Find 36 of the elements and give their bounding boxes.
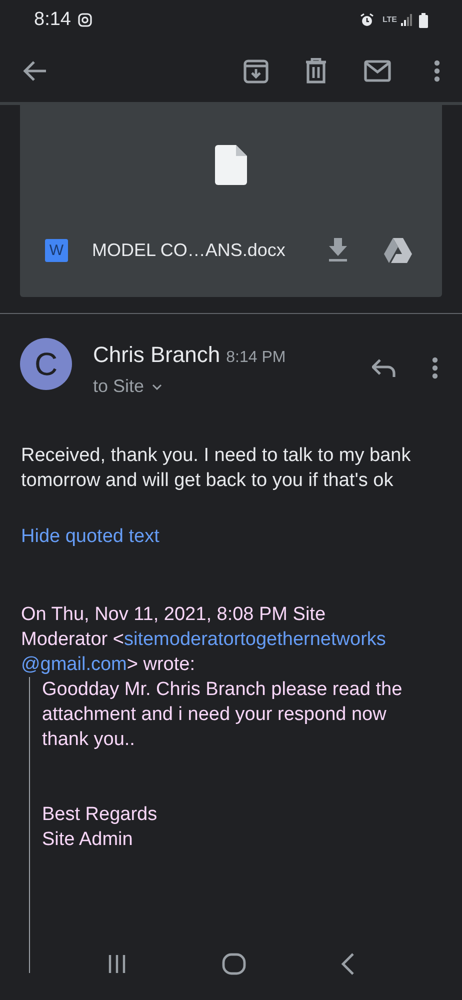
hide-quoted-text-link[interactable]: Hide quoted text [21,523,160,552]
quoted-text: Best Regards Site Admin [42,802,158,852]
quote-attribution: Moderator < [21,628,124,652]
signal-icon [401,14,413,26]
quote-attribution: On Thu, Nov 11, 2021, 8:08 PM Site [21,602,326,626]
clock: 8:14 [34,8,71,32]
email-link[interactable]: sitemoderatortogethernetworks [124,626,386,652]
triangle-logo-icon[interactable] [384,238,412,262]
mail-icon[interactable] [364,60,391,82]
alarm-icon [360,13,374,27]
quoted-text: Goodday Mr. Chris Branch please read the attachment and i need your respond now thank you.. [42,678,404,752]
attachment-file-name: MODEL CO…ANS.docx [92,238,286,262]
avatar: C [20,338,72,390]
archive-icon[interactable] [243,58,269,84]
more-options-icon[interactable] [432,357,438,379]
recipient-dropdown[interactable]: to Site [93,373,286,400]
back-arrow-icon[interactable] [22,60,48,82]
recent-apps-icon[interactable] [107,954,128,974]
home-icon[interactable] [222,953,246,975]
network-label: LTE [382,16,397,24]
back-icon[interactable] [340,953,355,975]
delete-icon[interactable] [305,58,327,84]
quote-attribution: > wrote: [126,652,195,676]
camera-app-icon [78,13,92,27]
sender-name: Chris Branch [93,341,220,369]
document-icon [215,145,247,185]
reply-icon[interactable] [372,359,396,377]
attachment-card[interactable]: W MODEL CO…ANS.docx [20,105,442,297]
chevron-down-icon [152,384,162,390]
message-body: Received, thank you. I need to talk to my bank tomorrow and will get back to you if that's ok [21,444,412,493]
more-options-icon[interactable] [434,60,440,82]
email-link[interactable]: @gmail.com [21,652,127,676]
battery-icon [419,12,428,28]
word-file-badge: W [45,238,68,262]
download-icon[interactable] [328,238,348,262]
message-time: 8:14 PM [226,348,286,368]
